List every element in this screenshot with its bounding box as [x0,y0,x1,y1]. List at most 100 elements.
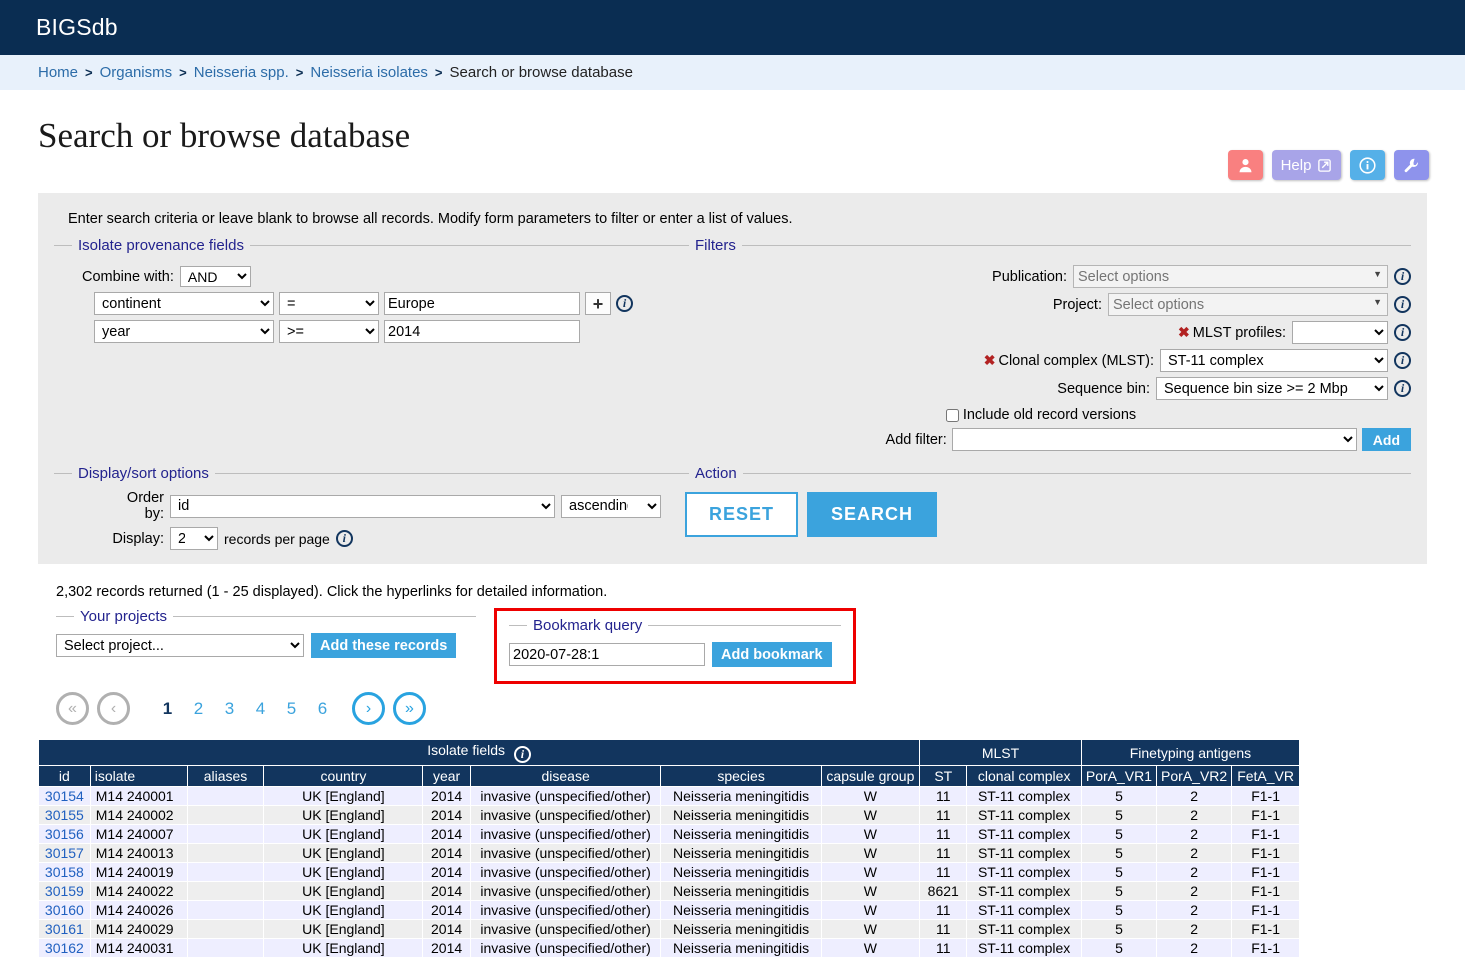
cell-id[interactable]: 30156 [38,824,91,844]
cell-id[interactable]: 30160 [38,900,91,920]
add-filter-select[interactable] [951,428,1357,451]
include-old-versions-checkbox[interactable] [945,408,959,422]
sort-direction-select[interactable]: ascending [561,494,661,518]
help-button[interactable]: Help [1272,150,1341,180]
sequence-bin-info-icon[interactable]: i [1394,380,1411,397]
cell-id[interactable]: 30162 [38,938,91,958]
pagination-next-button[interactable]: › [352,692,385,725]
col-header-species[interactable]: species [660,765,822,787]
record-link[interactable]: 30157 [45,845,84,861]
operator-select-1[interactable]: = [279,292,379,315]
cell-capsule-group: W [820,786,921,806]
records-per-page-select[interactable]: 25 [170,527,218,550]
reset-button[interactable]: RESET [685,492,799,537]
combine-with-select[interactable]: AND [179,266,251,287]
mlst-profiles-select[interactable] [1292,321,1388,344]
remove-clonal-complex-icon[interactable]: ✖ [984,352,996,368]
record-link[interactable]: 30159 [45,883,84,899]
pagination-page-2[interactable]: 2 [183,699,214,719]
cell-pora-vr1: 5 [1080,824,1158,844]
pagination-page-1[interactable]: 1 [152,699,183,719]
project-info-icon[interactable]: i [1394,296,1411,313]
cell-disease: invasive (unspecified/other) [469,786,662,806]
col-header-id[interactable]: id [38,765,91,787]
record-link[interactable]: 30161 [45,921,84,937]
order-by-select[interactable]: id [170,494,555,518]
breadcrumb-item-2[interactable]: Organisms [100,64,173,81]
mlst-profiles-info-icon[interactable]: i [1394,324,1411,341]
operator-select-2[interactable]: >= [279,320,379,343]
add-query-row-button[interactable]: + [585,292,611,315]
search-button[interactable]: SEARCH [807,492,938,537]
add-filter-button[interactable]: Add [1361,428,1411,451]
user-account-button[interactable] [1228,150,1263,180]
breadcrumb-item-3[interactable]: Neisseria spp. [194,64,289,81]
breadcrumb-item-1[interactable]: Home [38,64,78,81]
provenance-info-icon[interactable]: i [616,295,633,312]
pagination-last-button[interactable]: » [393,692,426,725]
pagination-page-3[interactable]: 3 [214,699,245,719]
record-link[interactable]: 30160 [45,902,84,918]
cell-country: UK [England] [263,862,424,882]
col-header-disease[interactable]: disease [469,765,662,787]
settings-button[interactable] [1394,150,1429,180]
record-link[interactable]: 30155 [45,807,84,823]
col-header-clonal-complex[interactable]: clonal complex [966,765,1082,787]
col-header-aliases[interactable]: aliases [186,765,265,787]
pagination-page-6[interactable]: 6 [307,699,338,719]
value-input-2[interactable] [384,320,580,343]
record-link[interactable]: 30158 [45,864,84,880]
action-buttons: RESET SEARCH [685,492,1411,537]
col-header-st[interactable]: ST [919,765,968,787]
col-header-feta-vr[interactable]: FetA_VR [1231,765,1300,787]
cell-species: Neisseria meningitidis [660,919,822,939]
search-columns: Isolate provenance fields Combine with: … [54,237,1411,451]
cell-id[interactable]: 30154 [38,786,91,806]
col-header-isolate[interactable]: isolate [89,765,188,787]
col-header-country[interactable]: country [263,765,424,787]
cell-id[interactable]: 30161 [38,919,91,939]
projects-legend-label: Your projects [80,608,167,625]
filters-legend: Filters [671,237,1411,254]
clonal-complex-select[interactable]: ST-11 complex [1160,349,1388,372]
cell-id[interactable]: 30159 [38,881,91,901]
about-info-button[interactable] [1350,150,1385,180]
pagination-first-button[interactable]: « [56,692,89,725]
cell-id[interactable]: 30155 [38,805,91,825]
bookmark-name-input[interactable] [509,643,705,666]
cell-id[interactable]: 30158 [38,862,91,882]
group-header-mlst: MLST [919,739,1082,766]
clonal-complex-info-icon[interactable]: i [1394,352,1411,369]
pagination-page-5[interactable]: 5 [276,699,307,719]
col-header-pora-vr1[interactable]: PorA_VR1 [1080,765,1158,787]
page-title: Search or browse database [38,116,411,155]
results-table-wrapper: Isolate fields i MLST Finetyping antigen… [37,739,1301,958]
isolate-fields-info-icon[interactable]: i [513,746,531,763]
records-per-page-info-icon[interactable]: i [335,530,353,547]
project-select[interactable]: Select options ▼ [1108,293,1388,316]
col-header-pora-vr2[interactable]: PorA_VR2 [1156,765,1233,787]
cell-pora-vr2: 2 [1156,881,1233,901]
col-header-year[interactable]: year [422,765,471,787]
record-link[interactable]: 30156 [45,826,84,842]
publication-info-icon[interactable]: i [1394,268,1411,285]
add-bookmark-button[interactable]: Add bookmark [712,642,832,667]
col-header-capsule-group[interactable]: capsule group [820,765,921,787]
add-these-records-button[interactable]: Add these records [311,633,457,658]
record-link[interactable]: 30154 [45,788,84,804]
remove-mlst-profiles-icon[interactable]: ✖ [1178,324,1190,340]
project-picker-select[interactable]: Select project... [56,634,304,657]
breadcrumb-item-4[interactable]: Neisseria isolates [310,64,428,81]
cell-feta-vr: F1-1 [1231,805,1300,825]
pagination-page-4[interactable]: 4 [245,699,276,719]
record-link[interactable]: 30162 [45,940,84,956]
value-input-1[interactable] [384,292,580,315]
publication-select[interactable]: Select options ▼ [1073,265,1388,288]
order-by-label: Order by: [126,490,164,522]
cell-pora-vr1: 5 [1080,786,1158,806]
sequence-bin-select[interactable]: Sequence bin size >= 2 Mbp [1156,377,1388,400]
cell-id[interactable]: 30157 [38,843,91,863]
pagination-prev-button[interactable]: ‹ [97,692,130,725]
field-select-1[interactable]: continent [94,292,274,315]
field-select-2[interactable]: year [94,320,274,343]
